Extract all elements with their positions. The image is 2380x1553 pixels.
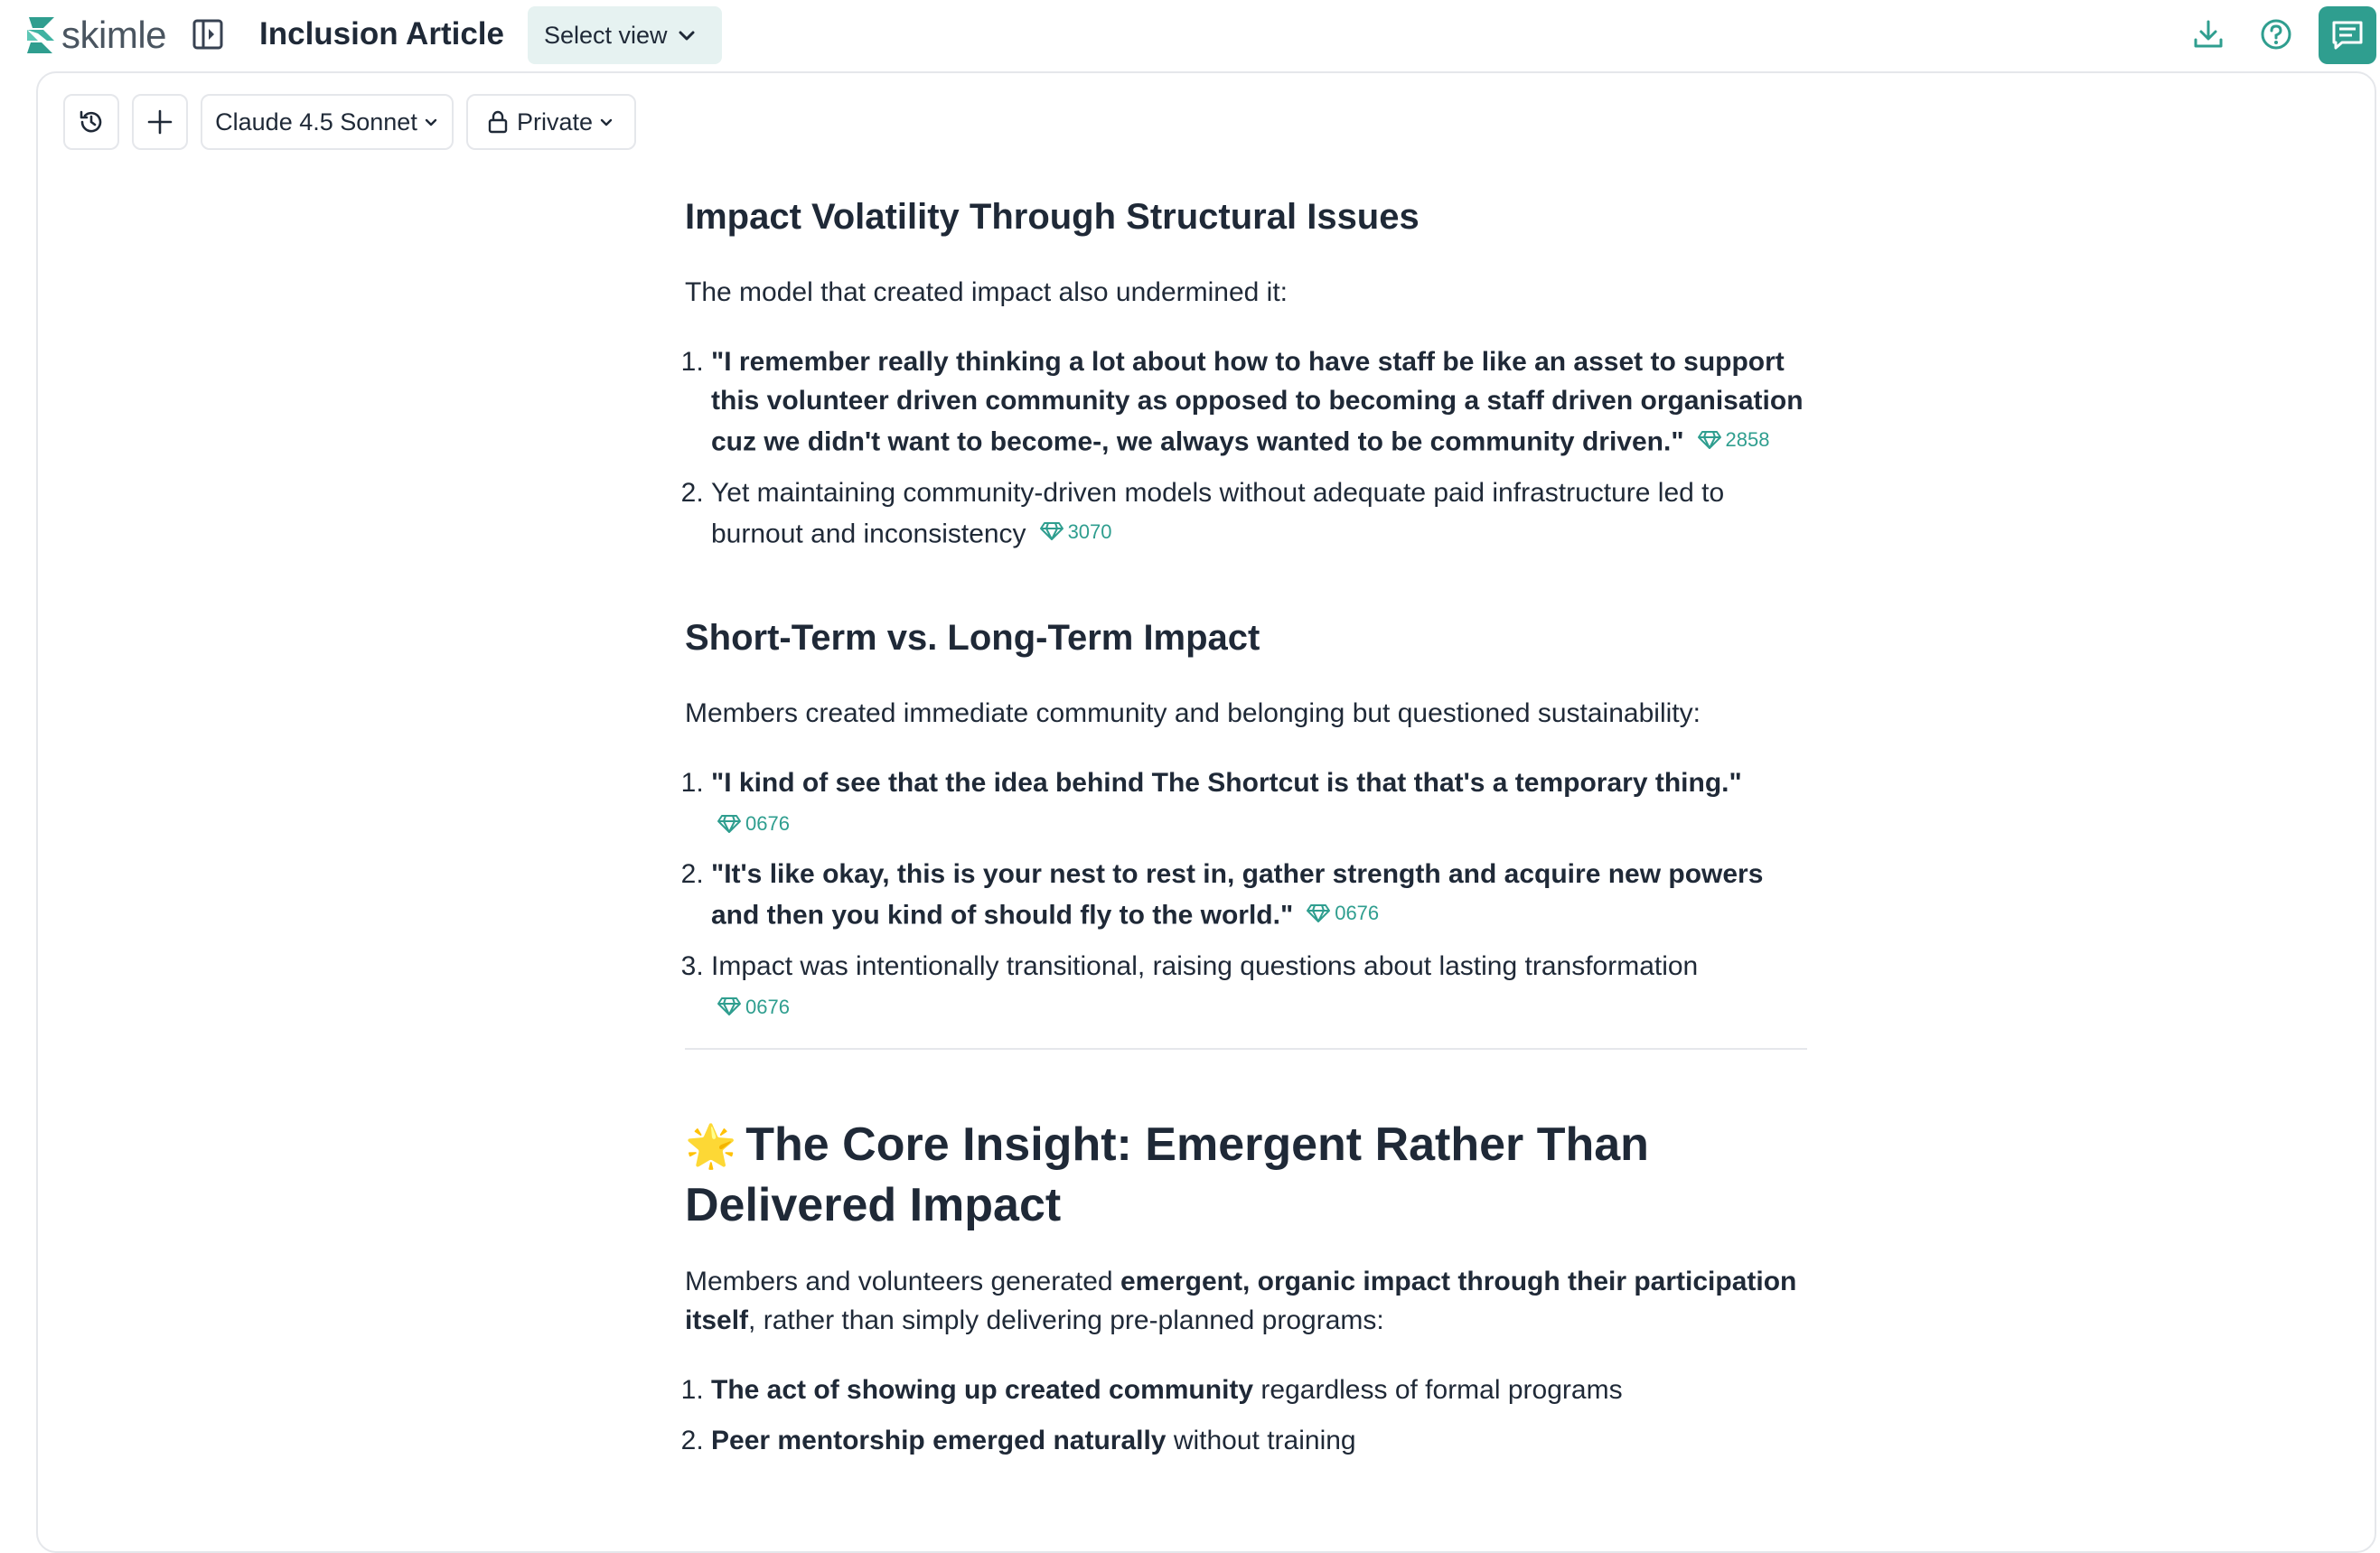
intro-text: Members and volunteers generated [685, 1266, 1120, 1296]
add-button[interactable] [132, 94, 188, 150]
chat-icon [2332, 21, 2363, 50]
major-heading-text: The Core Insight: Emergent Rather Than D… [685, 1118, 1649, 1231]
list-text: without training [1166, 1425, 1356, 1455]
logo-text: skimle [61, 14, 167, 56]
help-icon[interactable] [2258, 16, 2294, 52]
list-item: Yet maintaining community-driven models … [711, 473, 1807, 554]
section-intro: The model that created impact also under… [685, 277, 1288, 307]
quote-text: "It's like okay, this is your nest to re… [711, 859, 1764, 931]
reference-id: 3070 [1067, 519, 1112, 543]
reference-id: 0676 [745, 995, 790, 1018]
reference-id: 0676 [1335, 902, 1380, 924]
source-reference[interactable]: 0676 [717, 804, 1807, 843]
list-item: "I remember really thinking a lot about … [711, 342, 1807, 462]
list-item: Peer mentorship emerged naturally withou… [711, 1421, 1807, 1460]
list-text: Impact was intentionally transitional, r… [711, 950, 1699, 981]
source-reference[interactable]: 2858 [1697, 420, 1770, 459]
history-button[interactable] [63, 94, 119, 150]
reference-id: 2858 [1725, 428, 1770, 451]
privacy-label: Private [516, 108, 594, 136]
list-text: regardless of formal programs [1253, 1374, 1623, 1405]
list-item: The act of showing up created community … [711, 1371, 1807, 1409]
section-heading: Short-Term vs. Long-Term Impact [685, 618, 1260, 658]
source-reference[interactable]: 0676 [1306, 893, 1379, 932]
list-item: "It's like okay, this is your nest to re… [711, 855, 1807, 935]
source-reference[interactable]: 0676 [717, 987, 1807, 1026]
source-reference[interactable]: 3070 [1039, 512, 1112, 551]
gem-icon [1697, 430, 1721, 449]
gem-icon [717, 997, 741, 1015]
model-selector[interactable]: Claude 4.5 Sonnet [201, 94, 454, 150]
gem-icon [1039, 522, 1064, 540]
chevron-down-icon [679, 31, 695, 41]
select-view-label: Select view [544, 21, 668, 49]
list-emphasis: The act of showing up created community [711, 1374, 1254, 1405]
privacy-selector[interactable]: Private [466, 94, 636, 150]
lock-icon [488, 110, 508, 134]
gem-icon [1307, 903, 1331, 922]
history-icon [80, 110, 102, 133]
gem-icon [717, 814, 741, 833]
quote-list: "I remember really thinking a lot about … [685, 342, 1807, 553]
model-label: Claude 4.5 Sonnet [215, 108, 417, 136]
skimle-logo[interactable]: skimle [23, 14, 167, 56]
editor-toolbar: Claude 4.5 Sonnet Private [63, 94, 636, 150]
quote-text: "I kind of see that the idea behind The … [711, 768, 1742, 798]
sidebar-toggle-icon[interactable] [192, 18, 224, 51]
chevron-down-icon [600, 118, 613, 126]
insight-list: The act of showing up created community … [685, 1371, 1807, 1460]
chevron-down-icon [425, 118, 437, 126]
quote-text: "I remember really thinking a lot about … [711, 347, 1804, 457]
section-intro: Members and volunteers generated emergen… [685, 1262, 1807, 1340]
list-item: Impact was intentionally transitional, r… [711, 947, 1807, 1026]
select-view-dropdown[interactable]: Select view [528, 6, 722, 64]
major-heading: 🌟 The Core Insight: Emergent Rather Than … [685, 1115, 1807, 1235]
chat-button[interactable] [2319, 6, 2376, 64]
intro-text: , rather than simply delivering pre-plan… [748, 1305, 1384, 1335]
section-intro: Members created immediate community and … [685, 698, 1701, 728]
article-content: Impact Volatility Through Structural Iss… [685, 172, 1807, 1472]
section-heading: Impact Volatility Through Structural Iss… [685, 197, 1420, 237]
skimle-logo-icon [27, 17, 54, 53]
star-icon: 🌟 [685, 1121, 737, 1169]
reference-id: 0676 [745, 812, 790, 835]
list-emphasis: Peer mentorship emerged naturally [711, 1425, 1167, 1455]
plus-icon [147, 109, 173, 135]
document-title: Inclusion Article [259, 16, 504, 51]
list-text: Yet maintaining community-driven models … [711, 477, 1725, 549]
quote-list: "I kind of see that the idea behind The … [685, 763, 1807, 1026]
top-bar: skimle Inclusion Article Select view [0, 0, 2380, 70]
list-item: "I kind of see that the idea behind The … [711, 763, 1807, 843]
download-icon[interactable] [2190, 16, 2226, 52]
section-divider [685, 1047, 1807, 1050]
